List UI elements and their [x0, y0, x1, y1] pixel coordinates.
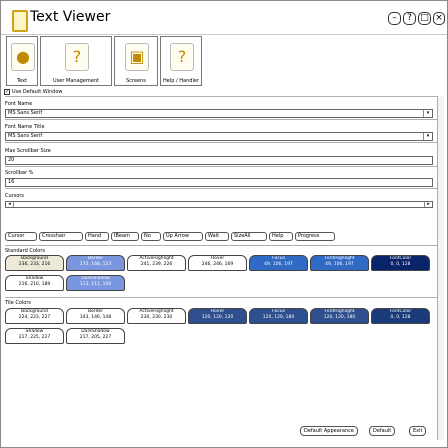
font-name-title-select[interactable]: MS Sans Serif ▾ — [5, 132, 433, 141]
font-name-select[interactable]: MS Sans Serif ▾ — [5, 109, 433, 118]
cursor-chip[interactable]: Crosshair — [39, 232, 83, 241]
font-name-label: Font Name — [5, 101, 33, 107]
font-name-title-value: MS Sans Serif — [8, 133, 43, 139]
chevron-down-icon: ▾ — [423, 133, 432, 140]
color-swatch[interactable]: Focus 49, 106, 197 — [249, 255, 308, 271]
swatch-value: 49, 106, 197 — [264, 262, 293, 267]
chevron-down-icon: ▾ — [423, 110, 432, 117]
swatch-value: 217, 225, 227 — [18, 335, 51, 340]
scrollbar-pct-value: 16 — [8, 179, 15, 185]
color-swatch[interactable]: Shadow 217, 225, 227 — [5, 328, 64, 344]
color-swatch[interactable]: Background 224, 223, 227 — [5, 308, 64, 324]
swatch-value: 217, 205, 227 — [79, 335, 112, 340]
cursor-chip[interactable]: Help — [269, 232, 293, 241]
separator — [5, 96, 442, 97]
text-icon: ● — [11, 43, 35, 71]
color-swatch[interactable]: Hover 246, 246, 169 — [188, 255, 247, 271]
default-button[interactable]: Default — [369, 426, 396, 436]
toolbar-text-button[interactable]: ● Text — [6, 36, 38, 86]
toolbar-help-label: Help / Handler — [163, 78, 199, 84]
color-swatch[interactable]: FontColor 0, 0, 128 — [371, 308, 430, 324]
swatch-value: 172, 168, 153 — [79, 262, 112, 267]
color-swatch[interactable]: Border 172, 168, 153 — [66, 255, 125, 271]
color-swatch[interactable]: Hover 120, 120, 120 — [188, 308, 247, 324]
toolbar-help-button[interactable]: ? Help / Handler — [160, 36, 202, 86]
scrollbar-pct-label: Scrollbar % — [5, 170, 34, 176]
toolbar-user-management-button[interactable]: ? User Management — [40, 36, 112, 86]
swatch-value: 143, 146, 148 — [79, 315, 112, 320]
font-name-title-label: Font Name Title — [5, 124, 45, 130]
separator — [5, 142, 442, 143]
color-swatch[interactable]: FontHighlight 120, 120, 180 — [310, 308, 369, 324]
user-icon: ? — [65, 43, 89, 71]
vertical-scrollbar[interactable] — [437, 96, 444, 440]
separator — [5, 119, 442, 120]
tile-colors-label: Tile Colors — [5, 300, 32, 306]
maximize-button[interactable]: □ — [418, 12, 431, 25]
swatch-value: 216, 210, 189 — [18, 282, 51, 287]
color-swatch[interactable]: FontColor 0, 0, 128 — [371, 255, 430, 271]
swatch-value: 113, 111, 100 — [79, 282, 112, 287]
color-swatch[interactable]: DarkShadow 113, 111, 100 — [66, 275, 125, 291]
toolbar-screens-label: Screens — [126, 78, 146, 84]
color-swatch[interactable]: ActiveHighlight 230, 230, 230 — [127, 308, 186, 324]
separator — [5, 166, 442, 167]
toolbar-user-management-label: User Management — [53, 78, 99, 84]
cursor-chip[interactable]: IBeam — [111, 232, 139, 241]
scrollbar-size-input[interactable]: 20 — [5, 156, 433, 165]
scrollbar-size-label: Max Scrollbar Size — [5, 148, 51, 154]
swatch-value: 230, 230, 230 — [140, 315, 173, 320]
close-button[interactable]: × — [433, 12, 445, 25]
separator — [5, 188, 442, 189]
color-swatch[interactable]: Shadow 216, 210, 189 — [5, 275, 64, 291]
swatch-value: 120, 120, 180 — [262, 315, 295, 320]
use-default-checkbox[interactable]: ✓ — [4, 89, 10, 95]
swatch-value: 0, 0, 128 — [390, 315, 411, 320]
color-swatch[interactable]: Focus 120, 120, 180 — [249, 308, 308, 324]
window-title: Text Viewer — [30, 9, 111, 25]
use-default-label: Use Default Window — [12, 89, 63, 95]
chevron-right-icon[interactable]: ▸ — [424, 202, 432, 207]
cursor-chip[interactable]: Progress — [295, 232, 335, 241]
color-swatch[interactable]: Border 143, 146, 148 — [66, 308, 125, 324]
swatch-value: 120, 120, 180 — [323, 315, 356, 320]
swatch-value: 0, 0, 128 — [390, 262, 411, 267]
color-swatch[interactable]: DarkShadow 217, 205, 227 — [66, 328, 125, 344]
help-button[interactable]: ? — [403, 12, 416, 25]
cursor-chip[interactable]: Wait — [205, 232, 229, 241]
cursor-scrollbar[interactable]: ◂ ▸ — [5, 201, 433, 208]
color-swatch[interactable]: ActiveHighlight 241, 239, 226 — [127, 255, 186, 271]
help-icon: ? — [170, 43, 194, 71]
swatch-value: 246, 246, 169 — [201, 262, 234, 267]
swatch-value: 120, 120, 120 — [201, 315, 234, 320]
color-swatch[interactable]: Background 236, 233, 216 — [5, 255, 64, 271]
color-swatch[interactable]: FontHighlight 49, 106, 197 — [310, 255, 369, 271]
default-appearance-button[interactable]: Default Appearance — [300, 426, 358, 436]
minimize-button[interactable]: – — [388, 12, 401, 25]
swatch-value: 236, 233, 216 — [18, 262, 51, 267]
swatch-value: 49, 106, 197 — [325, 262, 354, 267]
swatch-value: 224, 223, 227 — [18, 315, 51, 320]
screens-icon: ▣ — [125, 43, 149, 71]
separator — [5, 297, 442, 298]
toolbar-screens-button[interactable]: ▣ Screens — [114, 36, 158, 86]
standard-colors-label: Standard Colors — [5, 248, 45, 254]
swatch-value: 241, 239, 226 — [140, 262, 173, 267]
cursors-label: Cursors — [5, 193, 25, 199]
cursor-chip[interactable]: Cursor — [5, 232, 37, 241]
toolbar-text-label: Text — [16, 78, 28, 84]
cursor-chip[interactable]: SizeAll — [231, 232, 267, 241]
exit-button[interactable]: Exit — [409, 426, 427, 436]
scrollbar-size-value: 20 — [8, 157, 15, 163]
scrollbar-pct-input[interactable]: 16 — [5, 178, 433, 187]
cursor-chip[interactable]: Hand — [85, 232, 109, 241]
cursor-chip[interactable]: No — [141, 232, 161, 241]
font-name-value: MS Sans Serif — [8, 110, 43, 116]
app-icon — [12, 10, 28, 32]
cursor-chip[interactable]: Up Arrow — [163, 232, 203, 241]
chevron-left-icon[interactable]: ◂ — [6, 202, 14, 207]
separator — [5, 245, 442, 246]
